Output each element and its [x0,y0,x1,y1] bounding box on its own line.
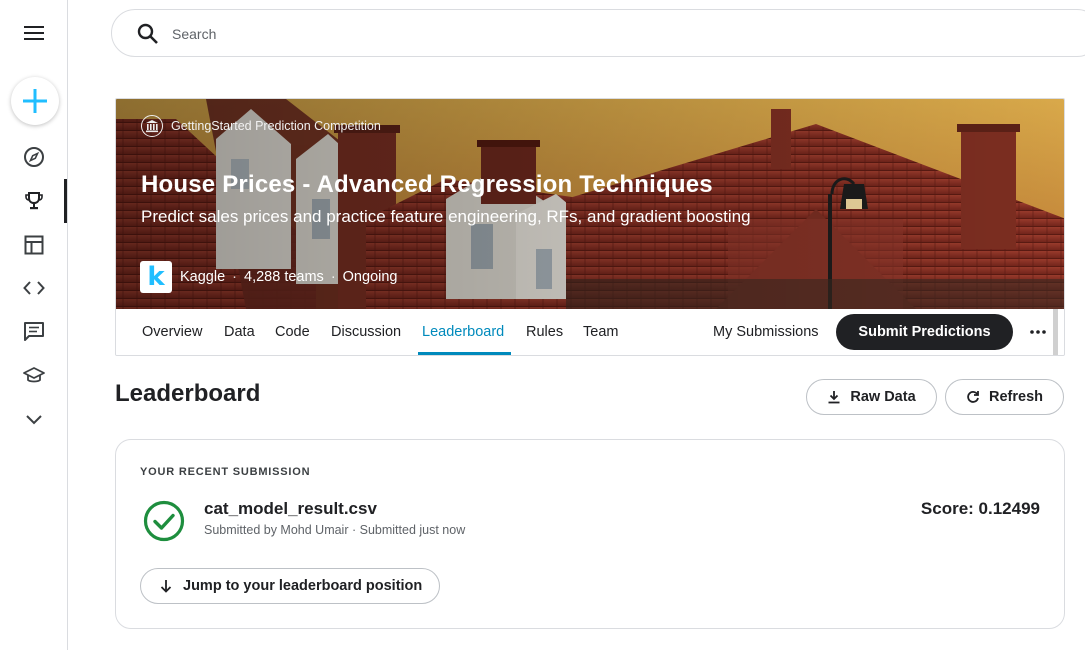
create-button[interactable] [11,77,59,125]
code-icon[interactable] [13,270,55,306]
active-tab-underline [418,352,511,355]
competition-banner: GettingStarted Prediction Competition Ho… [116,99,1064,309]
competition-type: GettingStarted Prediction Competition [141,115,381,137]
active-indicator [64,179,67,223]
submission-meta: Submitted by Mohd Umair · Submitted just… [204,523,466,537]
separator: · [232,269,237,285]
competition-tabs: Overview Data Code Discussion Leaderboar… [116,309,1064,355]
arrow-down-icon [160,580,172,593]
competition-status: Ongoing [342,269,398,285]
plus-icon [23,89,47,113]
page-title: Leaderboard [115,380,261,407]
kaggle-logo[interactable]: k [140,261,172,293]
tab-leaderboard[interactable]: Leaderboard [422,309,504,355]
raw-data-button[interactable]: Raw Data [806,379,937,415]
more-options-icon[interactable] [1024,318,1052,346]
download-icon [828,391,840,404]
menu-icon[interactable] [13,15,55,51]
tab-team[interactable]: Team [583,309,618,355]
comment-icon[interactable] [13,314,55,350]
refresh-label: Refresh [989,389,1043,405]
competition-header: GettingStarted Prediction Competition Ho… [115,98,1065,356]
table-icon[interactable] [13,227,55,263]
competition-subtitle: Predict sales prices and practice featur… [141,207,751,226]
tab-overview[interactable]: Overview [142,309,202,355]
refresh-icon [967,391,979,403]
search-bar[interactable] [111,9,1085,57]
tab-scroll-edge [1053,309,1058,355]
search-input[interactable] [172,22,572,46]
raw-data-label: Raw Data [850,389,916,405]
my-submissions-link[interactable]: My Submissions [713,309,819,355]
trophy-icon[interactable] [13,183,55,219]
recent-submission-card: YOUR RECENT SUBMISSION cat_model_result.… [115,439,1065,629]
submission-file-name[interactable]: cat_model_result.csv [204,499,377,519]
school-icon[interactable] [13,358,55,394]
team-count: 4,288 teams [244,269,324,285]
tab-rules[interactable]: Rules [526,309,563,355]
check-circle-icon [143,500,185,542]
search-icon [137,23,158,44]
separator: · [330,269,336,285]
section-label: YOUR RECENT SUBMISSION [140,466,311,478]
left-sidebar [0,0,68,650]
submit-predictions-button[interactable]: Submit Predictions [836,314,1013,350]
tab-code[interactable]: Code [275,309,310,355]
competition-title: House Prices - Advanced Regression Techn… [141,171,713,198]
host-info: k Kaggle · 4,288 teams · Ongoing [140,261,397,293]
jump-to-position-button[interactable]: Jump to your leaderboard position [140,568,440,604]
refresh-button[interactable]: Refresh [945,379,1064,415]
host-name[interactable]: Kaggle [180,269,225,285]
tab-discussion[interactable]: Discussion [331,309,401,355]
tab-data[interactable]: Data [224,309,255,355]
chevron-down-icon[interactable] [13,402,55,438]
competition-type-label: GettingStarted Prediction Competition [171,119,381,133]
jump-label: Jump to your leaderboard position [183,578,423,594]
submission-score: Score: 0.12499 [920,499,1040,518]
compass-icon[interactable] [13,139,55,175]
bank-icon [141,115,163,137]
